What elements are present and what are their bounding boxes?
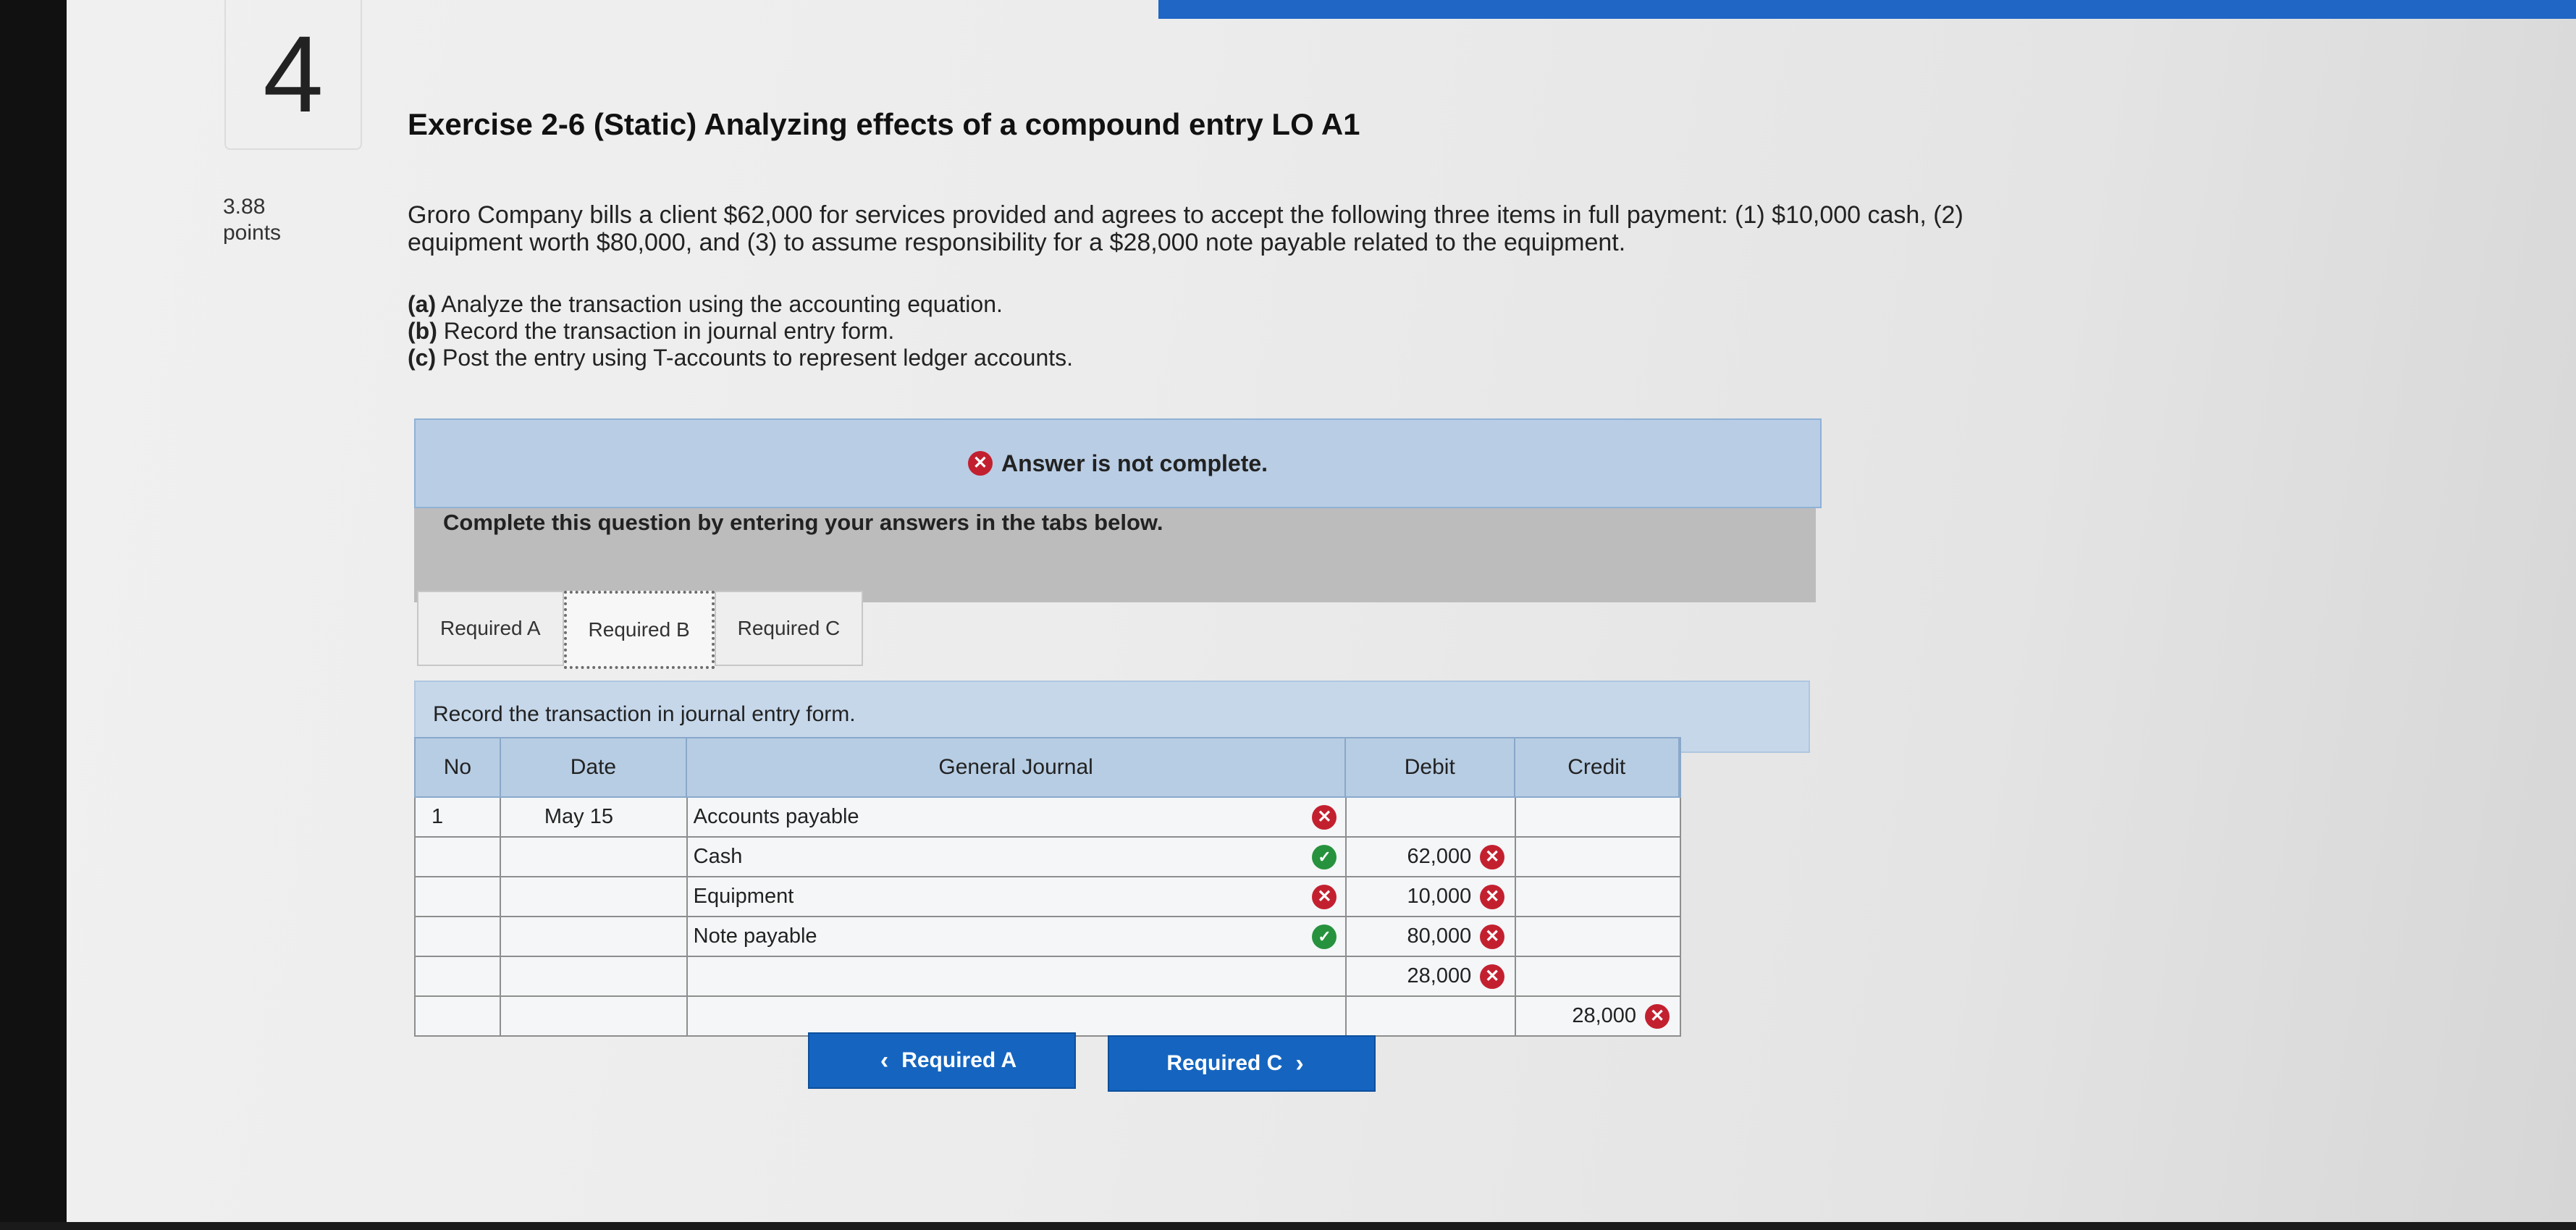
check-circle-icon: ✓ (1312, 844, 1337, 869)
date-select[interactable] (501, 957, 688, 995)
date-select[interactable]: May 15 (501, 798, 688, 836)
tab-required-b[interactable]: Required B (563, 591, 715, 669)
instructions-text: Complete this question by entering your … (443, 510, 1163, 535)
banner-text: Answer is not complete. (1001, 450, 1268, 476)
requirement-b: (b) Record the transaction in journal en… (408, 318, 1073, 345)
debit-value: 80,000 (1407, 924, 1472, 948)
date-select[interactable] (501, 997, 688, 1035)
account-select[interactable]: Equipment ✕ (688, 877, 1347, 916)
account-select[interactable]: Cash ✓ (688, 838, 1347, 876)
top-bar (1158, 0, 2576, 19)
exercise-title: Exercise 2-6 (Static) Analyzing effects … (408, 107, 1360, 141)
account-select[interactable] (688, 957, 1347, 995)
debit-value: 28,000 (1407, 964, 1472, 987)
credit-input[interactable] (1516, 917, 1682, 956)
x-circle-icon: ✕ (1312, 804, 1337, 830)
credit-input[interactable] (1516, 877, 1682, 916)
tab-label: Required B (588, 618, 690, 641)
x-circle-icon: ✕ (1645, 1003, 1670, 1029)
account-name: Note payable (693, 924, 817, 948)
account-name: Equipment (693, 885, 794, 908)
requirement-text: Record the transaction in journal entry … (443, 318, 895, 344)
debit-input[interactable] (1347, 997, 1517, 1035)
header-debit: Debit (1346, 738, 1515, 796)
question-number[interactable]: 4 (224, 0, 362, 150)
date-select[interactable] (501, 838, 688, 876)
answer-status-banner: ✕ Answer is not complete. (414, 418, 1822, 508)
exercise-description: Groro Company bills a client $62,000 for… (408, 201, 1963, 256)
debit-input[interactable]: 10,000 ✕ (1347, 877, 1517, 916)
requirement-c: (c) Post the entry using T-accounts to r… (408, 345, 1073, 371)
account-select[interactable]: Accounts payable ✕ (688, 798, 1347, 836)
credit-value: 28,000 (1572, 1004, 1637, 1027)
tab-required-c[interactable]: Required C (714, 591, 864, 666)
points-info: 3.88 points (223, 194, 281, 246)
debit-input[interactable]: 62,000 ✕ (1347, 838, 1517, 876)
account-name: Cash (693, 845, 743, 868)
table-row: 1 May 15 Accounts payable ✕ (414, 798, 1682, 838)
date-select[interactable] (501, 877, 688, 916)
table-row: Note payable ✓ 80,000 ✕ (414, 917, 1682, 957)
prev-required-a-button[interactable]: ‹ Required A (808, 1032, 1076, 1089)
account-select[interactable] (688, 997, 1347, 1035)
date-select[interactable] (501, 917, 688, 956)
points-label: points (223, 221, 282, 245)
requirement-letter: (a) (408, 291, 437, 317)
x-circle-icon: ✕ (1480, 884, 1505, 909)
check-circle-icon: ✓ (1312, 924, 1337, 949)
requirement-letter: (b) (408, 318, 437, 344)
header-no: No (416, 738, 501, 796)
requirements-list: (a) Analyze the transaction using the ac… (408, 291, 1073, 371)
requirement-letter: (c) (408, 345, 437, 371)
x-circle-icon: ✕ (967, 451, 993, 476)
chevron-right-icon: › (1295, 1049, 1304, 1077)
x-circle-icon: ✕ (1480, 924, 1505, 949)
requirement-text: Post the entry using T-accounts to repre… (442, 345, 1074, 371)
table-row: Cash ✓ 62,000 ✕ (414, 838, 1682, 877)
table-row: 28,000 ✕ (414, 957, 1682, 997)
screen-bezel-bottom (0, 1222, 2576, 1230)
cell-no (416, 997, 501, 1035)
credit-input[interactable] (1516, 798, 1682, 836)
tab-required-a[interactable]: Required A (417, 591, 564, 666)
cell-no (416, 917, 501, 956)
account-name: Accounts payable (693, 805, 859, 828)
header-credit: Credit (1515, 738, 1680, 796)
x-circle-icon: ✕ (1312, 884, 1337, 909)
panel-heading-text: Record the transaction in journal entry … (433, 702, 856, 726)
general-journal-table: No Date General Journal Debit Credit 1 M… (414, 737, 1682, 1037)
cell-no: 1 (416, 798, 501, 836)
table-row: Equipment ✕ 10,000 ✕ (414, 877, 1682, 917)
x-circle-icon: ✕ (1480, 964, 1505, 989)
journal-header-row: No Date General Journal Debit Credit (414, 737, 1681, 798)
screen-bezel-left (0, 0, 67, 1230)
debit-input[interactable] (1347, 798, 1517, 836)
requirement-a: (a) Analyze the transaction using the ac… (408, 291, 1073, 318)
tab-label: Required A (440, 617, 541, 639)
next-required-c-button[interactable]: Required C › (1108, 1035, 1376, 1092)
credit-input[interactable] (1516, 957, 1682, 995)
debit-value: 10,000 (1407, 885, 1472, 908)
x-circle-icon: ✕ (1480, 844, 1505, 869)
requirement-tabs: Required A Required B Required C (417, 591, 864, 669)
cell-no (416, 957, 501, 995)
credit-input[interactable] (1516, 838, 1682, 876)
debit-value: 62,000 (1407, 845, 1472, 868)
credit-input[interactable]: 28,000 ✕ (1516, 997, 1682, 1035)
chevron-left-icon: ‹ (880, 1046, 889, 1074)
cell-no (416, 838, 501, 876)
requirement-text: Analyze the transaction using the accoun… (441, 291, 1003, 317)
question-number-label: 4 (263, 13, 324, 135)
tab-label: Required C (737, 617, 841, 639)
prev-button-label: Required A (901, 1048, 1017, 1072)
debit-input[interactable]: 28,000 ✕ (1347, 957, 1517, 995)
cell-no (416, 877, 501, 916)
debit-input[interactable]: 80,000 ✕ (1347, 917, 1517, 956)
header-general-journal: General Journal (687, 738, 1347, 796)
table-row: 28,000 ✕ (414, 997, 1682, 1037)
next-button-label: Required C (1166, 1051, 1283, 1075)
points-value: 3.88 (223, 195, 266, 219)
account-select[interactable]: Note payable ✓ (688, 917, 1347, 956)
header-date: Date (501, 738, 688, 796)
